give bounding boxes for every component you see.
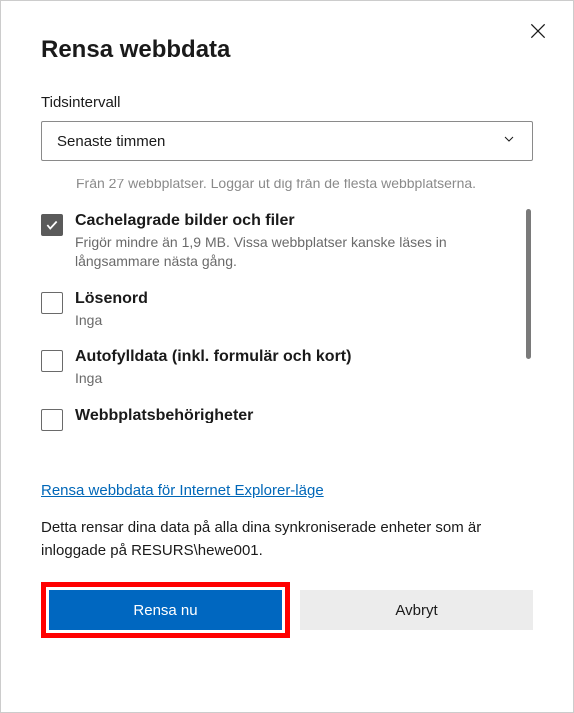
item-description: Frigör mindre än 1,9 MB. Vissa webbplats… [75,233,515,272]
scrollbar-thumb[interactable] [526,209,531,359]
checkbox-autofill[interactable] [41,350,63,372]
item-description: Inga [75,369,515,389]
item-description: Inga [75,311,515,331]
time-range-select[interactable]: Senaste timmen [41,121,533,161]
close-icon [528,21,548,41]
checkbox-site-permissions[interactable] [41,409,63,431]
item-title: Autofylldata (inkl. formulär och kort) [75,348,515,366]
list-item-autofill: Autofylldata (inkl. formulär och kort) I… [41,348,515,389]
list-item-passwords: Lösenord Inga [41,290,515,331]
time-range-value: Senaste timmen [57,133,165,150]
ie-mode-link[interactable]: Rensa webbdata för Internet Explorer-läg… [41,482,533,499]
item-title: Webbplatsbehörigheter [75,407,515,423]
time-range-label: Tidsintervall [41,94,533,111]
button-row: Rensa nu Avbryt [41,582,533,638]
sync-info-text: Detta rensar dina data på alla dina synk… [41,517,533,562]
item-title: Cachelagrade bilder och filer [75,212,515,230]
close-button[interactable] [528,21,548,41]
item-title: Lösenord [75,290,515,308]
checkbox-passwords[interactable] [41,292,63,314]
list-item: Från 27 webbplatser. Loggar ut dig från … [41,179,515,194]
clear-now-button[interactable]: Rensa nu [49,590,282,630]
list-item-cached-images: Cachelagrade bilder och filer Frigör min… [41,212,515,272]
clear-now-highlight: Rensa nu [41,582,290,638]
checkbox-cached-images[interactable] [41,214,63,236]
chevron-down-icon [501,131,517,152]
dialog-title: Rensa webbdata [41,36,533,64]
cancel-button[interactable]: Avbryt [300,590,533,630]
item-description: Från 27 webbplatser. Loggar ut dig från … [76,179,515,194]
check-icon [45,218,59,232]
list-item-site-permissions: Webbplatsbehörigheter [41,407,515,431]
options-list: Från 27 webbplatser. Loggar ut dig från … [41,179,533,467]
clear-browsing-data-dialog: Rensa webbdata Tidsintervall Senaste tim… [1,1,573,712]
